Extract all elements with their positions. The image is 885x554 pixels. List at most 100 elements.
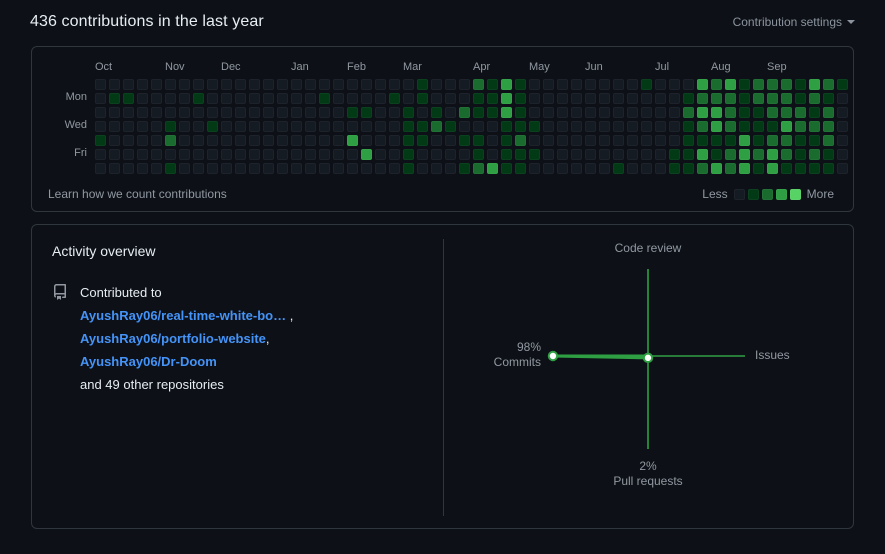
contribution-cell[interactable] [501, 121, 512, 132]
contribution-cell[interactable] [277, 135, 288, 146]
contribution-cell[interactable] [697, 79, 708, 90]
contribution-cell[interactable] [221, 107, 232, 118]
contribution-cell[interactable] [193, 149, 204, 160]
contribution-cell[interactable] [655, 121, 666, 132]
contribution-cell[interactable] [529, 107, 540, 118]
contribution-cell[interactable] [557, 135, 568, 146]
contribution-settings-button[interactable]: Contribution settings [733, 15, 855, 29]
contribution-cell[interactable] [179, 149, 190, 160]
contribution-cell[interactable] [137, 149, 148, 160]
contribution-cell[interactable] [347, 135, 358, 146]
contribution-cell[interactable] [529, 121, 540, 132]
contribution-cell[interactable] [459, 163, 470, 174]
contribution-cell[interactable] [109, 79, 120, 90]
contribution-cell[interactable] [669, 135, 680, 146]
contribution-cell[interactable] [641, 149, 652, 160]
contribution-cell[interactable] [389, 107, 400, 118]
contribution-cell[interactable] [739, 163, 750, 174]
contribution-cell[interactable] [683, 79, 694, 90]
contribution-cell[interactable] [123, 135, 134, 146]
contribution-cell[interactable] [249, 107, 260, 118]
contribution-cell[interactable] [347, 149, 358, 160]
contribution-cell[interactable] [487, 93, 498, 104]
contribution-cell[interactable] [501, 163, 512, 174]
contribution-cell[interactable] [725, 149, 736, 160]
contribution-cell[interactable] [361, 107, 372, 118]
contribution-cell[interactable] [837, 93, 848, 104]
contribution-cell[interactable] [95, 163, 106, 174]
contribution-cell[interactable] [291, 149, 302, 160]
contribution-cell[interactable] [613, 135, 624, 146]
contribution-cell[interactable] [655, 107, 666, 118]
contribution-cell[interactable] [585, 135, 596, 146]
contribution-cell[interactable] [543, 121, 554, 132]
contribution-cell[interactable] [683, 149, 694, 160]
contribution-cell[interactable] [753, 121, 764, 132]
contribution-cell[interactable] [683, 163, 694, 174]
contribution-cell[interactable] [165, 93, 176, 104]
contribution-cell[interactable] [403, 163, 414, 174]
contribution-cell[interactable] [515, 135, 526, 146]
contribution-cell[interactable] [109, 163, 120, 174]
contribution-cell[interactable] [473, 149, 484, 160]
contribution-cell[interactable] [585, 149, 596, 160]
contribution-cell[interactable] [711, 93, 722, 104]
contribution-cell[interactable] [179, 107, 190, 118]
contribution-cell[interactable] [207, 107, 218, 118]
contribution-cell[interactable] [333, 79, 344, 90]
contribution-cell[interactable] [277, 149, 288, 160]
contribution-cell[interactable] [347, 163, 358, 174]
contribution-cell[interactable] [151, 93, 162, 104]
contribution-cell[interactable] [753, 163, 764, 174]
contribution-cell[interactable] [599, 79, 610, 90]
contribution-cell[interactable] [221, 79, 232, 90]
contribution-cell[interactable] [403, 79, 414, 90]
contribution-cell[interactable] [697, 135, 708, 146]
contribution-cell[interactable] [193, 79, 204, 90]
contribution-cell[interactable] [487, 79, 498, 90]
contribution-cell[interactable] [95, 121, 106, 132]
contribution-cell[interactable] [515, 163, 526, 174]
contribution-cell[interactable] [375, 107, 386, 118]
contribution-cell[interactable] [431, 107, 442, 118]
contribution-cell[interactable] [571, 135, 582, 146]
contribution-cell[interactable] [585, 163, 596, 174]
contribution-cell[interactable] [235, 79, 246, 90]
contribution-cell[interactable] [445, 135, 456, 146]
contribution-cell[interactable] [767, 121, 778, 132]
contribution-cell[interactable] [599, 93, 610, 104]
contribution-cell[interactable] [543, 149, 554, 160]
contribution-cell[interactable] [697, 93, 708, 104]
contribution-cell[interactable] [263, 149, 274, 160]
contribution-cell[interactable] [221, 93, 232, 104]
contribution-cell[interactable] [683, 93, 694, 104]
contribution-cell[interactable] [767, 93, 778, 104]
contribution-cell[interactable] [333, 93, 344, 104]
contribution-cell[interactable] [109, 149, 120, 160]
contribution-cell[interactable] [165, 79, 176, 90]
contribution-cell[interactable] [725, 79, 736, 90]
contribution-cell[interactable] [725, 93, 736, 104]
contribution-cell[interactable] [571, 121, 582, 132]
contribution-cell[interactable] [417, 121, 428, 132]
contribution-cell[interactable] [361, 121, 372, 132]
contribution-cell[interactable] [683, 121, 694, 132]
contribution-cell[interactable] [837, 149, 848, 160]
contribution-cell[interactable] [627, 163, 638, 174]
contribution-cell[interactable] [123, 121, 134, 132]
contribution-cell[interactable] [417, 149, 428, 160]
contribution-cell[interactable] [361, 79, 372, 90]
contribution-cell[interactable] [557, 163, 568, 174]
contribution-cell[interactable] [795, 121, 806, 132]
contribution-cell[interactable] [137, 93, 148, 104]
contribution-cell[interactable] [837, 107, 848, 118]
contribution-cell[interactable] [725, 107, 736, 118]
contribution-cell[interactable] [431, 121, 442, 132]
contribution-cell[interactable] [165, 135, 176, 146]
contribution-cell[interactable] [95, 93, 106, 104]
contribution-cell[interactable] [767, 79, 778, 90]
contribution-cell[interactable] [235, 163, 246, 174]
contribution-cell[interactable] [263, 93, 274, 104]
contribution-cell[interactable] [151, 149, 162, 160]
contribution-cell[interactable] [781, 149, 792, 160]
